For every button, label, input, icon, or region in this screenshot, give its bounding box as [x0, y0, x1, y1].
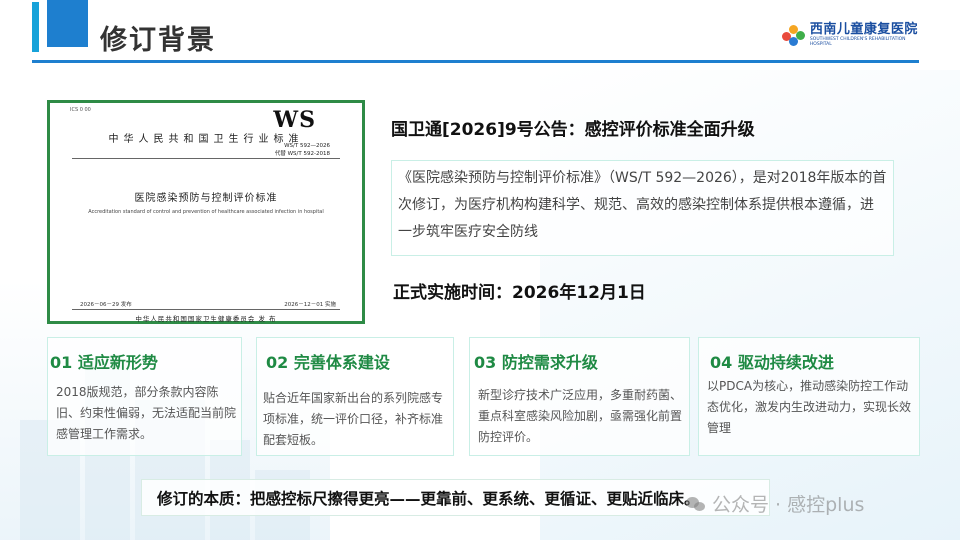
- header-accent-bar: [32, 2, 39, 52]
- doc-effective-date: 2026－12－01 实施: [284, 302, 336, 308]
- background-gradient: [540, 70, 960, 540]
- card-body: 2018版规范，部分条款内容陈旧、约束性偏弱，无法适配当前院感管理工作需求。: [56, 385, 237, 441]
- logo-name-cn: 西南儿童康复医院: [809, 22, 918, 37]
- watermark-text: 公众号 · 感控plus: [712, 494, 865, 516]
- card-adapt-new-situation: 01 适应新形势 2018版规范，部分条款内容陈旧、约束性偏弱，无法适配当前院感…: [47, 337, 242, 456]
- header-accent-block: [47, 0, 88, 47]
- essence-banner: 修订的本质：把感控标尺擦得更亮——更靠前、更系统、更循证、更贴近临床。: [141, 479, 770, 516]
- card-body: 以PDCA为核心，推动感染防控工作动态优化，激发内生改进动力，实现长效管理: [707, 379, 912, 435]
- card-title: 01 适应新形势: [50, 353, 158, 372]
- logo-icon: [780, 22, 806, 48]
- doc-publish-date: 2026－06－29 发布: [80, 302, 132, 308]
- page-title: 修订背景: [100, 25, 216, 56]
- watermark: 公众号 · 感控plus: [686, 490, 864, 517]
- card-title: 02 完善体系建设: [266, 353, 390, 372]
- card-body: 新型诊疗技术广泛应用，多重耐药菌、重点科室感染风险加剧，亟需强化前置防控评价。: [478, 388, 683, 444]
- card-title: 04 驱动持续改进: [710, 353, 834, 372]
- intro-box: 《医院感染预防与控制评价标准》（WS/T 592—2026），是对2018年版本…: [391, 160, 894, 256]
- doc-name: 医院感染预防与控制评价标准: [134, 193, 278, 204]
- doc-rule-top: [72, 158, 340, 159]
- card-body: 贴合近年国家新出台的系列院感专项标准，统一评价口径，补齐标准配套短板。: [263, 391, 444, 447]
- wechat-icon: [686, 495, 706, 513]
- card-continuous-improvement: 04 驱动持续改进 以PDCA为核心，推动感染防控工作动态优化，激发内生改进动力…: [698, 337, 920, 456]
- intro-text: 《医院感染预防与控制评价标准》（WS/T 592—2026），是对2018年版本…: [398, 170, 887, 240]
- card-prevention-upgrade: 03 防控需求升级 新型诊疗技术广泛应用，多重耐药菌、重点科室感染风险加剧，亟需…: [469, 337, 690, 456]
- logo-name-en: SOUTHWEST CHILDREN'S REHABILITATION HOSP…: [809, 37, 906, 47]
- standard-document-image: ICS 0 00 WS 中华人民共和国卫生行业标准 WS/T 592—2026 …: [47, 100, 365, 324]
- header-divider: [32, 60, 919, 63]
- doc-english-name: Accreditation standard of control and pr…: [88, 209, 324, 215]
- doc-issuer: 中华人民共和国国家卫生健康委员会 发 布: [135, 315, 277, 323]
- doc-code: WS/T 592—2026 代替 WS/T 592-2018: [274, 143, 330, 157]
- hospital-logo: 西南儿童康复医院 SOUTHWEST CHILDREN'S REHABILITA…: [780, 20, 920, 50]
- effective-date-text: 正式实施时间：2026年12月1日: [393, 283, 646, 303]
- card-improve-system: 02 完善体系建设 贴合近年国家新出台的系列院感专项标准，统一评价口径，补齐标准…: [256, 337, 454, 456]
- announcement-title: 国卫通[2026]9号公告：感控评价标准全面升级: [391, 120, 755, 140]
- doc-rule-bottom: [72, 309, 340, 310]
- doc-top-code: ICS 0 00: [70, 107, 91, 113]
- card-title: 03 防控需求升级: [474, 353, 598, 372]
